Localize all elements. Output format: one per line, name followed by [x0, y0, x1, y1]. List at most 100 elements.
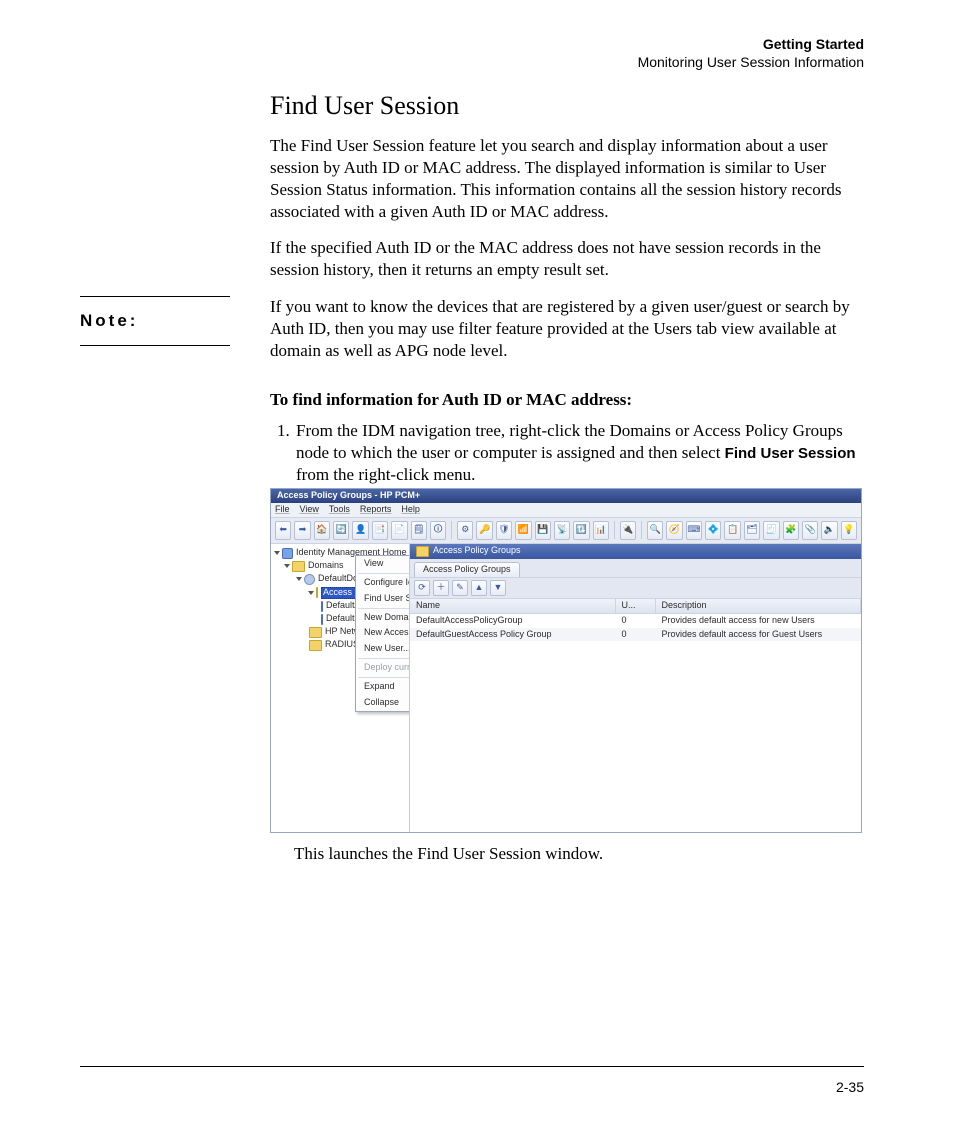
step-1: From the IDM navigation tree, right-clic… [294, 420, 864, 486]
tool-note-icon[interactable]: 🗒 [411, 521, 427, 540]
expand-icon[interactable] [296, 577, 302, 581]
tool-doc-icon[interactable]: 📑 [372, 521, 388, 540]
tool-antenna-icon[interactable]: 📡 [554, 521, 570, 540]
ctx-sep [358, 677, 410, 678]
step-result: This launches the Find User Session wind… [294, 843, 864, 865]
tool-signal-icon[interactable]: 📶 [515, 521, 531, 540]
intro-paragraph-2: If the specified Auth ID or the MAC addr… [270, 237, 864, 281]
ctx-sep [358, 658, 410, 659]
ctx-sep [358, 608, 410, 609]
toolbar: ⬅ ➡ 🏠 🔄 👤 📑 📄 🗒 🛈 ⚙ 🔑 🛡 📶 💾 📡 🔃 📊 [271, 518, 861, 544]
page-number: 2-35 [836, 1079, 864, 1095]
tool-disk-icon[interactable]: 💾 [535, 521, 551, 540]
tool-shield-icon[interactable]: 🛡 [496, 521, 512, 540]
section-title: Find User Session [270, 91, 864, 121]
mini-refresh-icon[interactable]: ⟳ [414, 580, 430, 596]
table-row[interactable]: DefaultAccessPolicyGroup 0 Provides defa… [410, 614, 861, 628]
tool-page-icon[interactable]: 📄 [391, 521, 407, 540]
folder-icon [309, 627, 322, 638]
intro-paragraph-1: The Find User Session feature let you se… [270, 135, 864, 223]
home-icon [282, 548, 293, 559]
tab-row: Access Policy Groups [410, 559, 861, 578]
group-icon [321, 614, 323, 625]
tool-key-icon[interactable]: 🔑 [476, 521, 492, 540]
expand-icon[interactable] [308, 591, 314, 595]
pane-toolbar: ⟳ ＋ ✎ ▲ ▼ [410, 578, 861, 599]
tool-compass-icon[interactable]: 🧭 [666, 521, 682, 540]
folder-icon [316, 587, 318, 598]
mini-up-icon[interactable]: ▲ [471, 580, 487, 596]
col-name[interactable]: Name [410, 599, 616, 613]
menu-view[interactable]: View [300, 505, 319, 515]
note-text: If you want to know the devices that are… [270, 296, 864, 362]
tool-folder-icon[interactable]: 🗂 [744, 521, 760, 540]
tool-info-icon[interactable]: 🛈 [430, 521, 446, 540]
procedure-heading: To find information for Auth ID or MAC a… [270, 390, 864, 410]
tool-diamond-icon[interactable]: 💠 [705, 521, 721, 540]
tool-receipt-icon[interactable]: 🧾 [763, 521, 779, 540]
tool-keyboard-icon[interactable]: ⌨ [686, 521, 702, 540]
tool-sync-icon[interactable]: 🔃 [573, 521, 589, 540]
grid-body: DefaultAccessPolicyGroup 0 Provides defa… [410, 614, 861, 832]
mini-edit-icon[interactable]: ✎ [452, 580, 468, 596]
ctx-new-user[interactable]: New User... [356, 641, 410, 657]
embedded-screenshot: Access Policy Groups - HP PCM+ File View… [270, 488, 862, 833]
toolbar-separator-2 [614, 521, 615, 539]
folder-icon [309, 640, 322, 651]
group-icon [321, 601, 323, 612]
tool-home-icon[interactable]: 🏠 [314, 521, 330, 540]
mini-add-icon[interactable]: ＋ [433, 580, 449, 596]
ctx-find-user-session[interactable]: Find User Session... [356, 591, 410, 607]
menu-help[interactable]: Help [401, 505, 420, 515]
ctx-new-apg[interactable]: New Access Policy Group... [356, 625, 410, 641]
procedure-list: From the IDM navigation tree, right-clic… [270, 420, 864, 486]
menu-file[interactable]: File [275, 505, 290, 515]
tool-back-icon[interactable]: ⬅ [275, 521, 291, 540]
domain-icon [304, 574, 315, 585]
running-header: Getting Started Monitoring User Session … [80, 36, 864, 71]
col-u[interactable]: U... [616, 599, 656, 613]
context-menu: View Configure Identity Management... Fi… [355, 555, 410, 712]
footer-rule [80, 1066, 864, 1067]
menu-tools[interactable]: Tools [329, 505, 350, 515]
toolbar-separator [451, 521, 452, 539]
table-row[interactable]: DefaultGuestAccess Policy Group 0 Provid… [410, 628, 861, 642]
tool-refresh-icon[interactable]: 🔄 [333, 521, 349, 540]
tool-plug-icon[interactable]: 🔌 [620, 521, 636, 540]
mini-down-icon[interactable]: ▼ [490, 580, 506, 596]
expand-icon[interactable] [274, 551, 280, 555]
menu-reports[interactable]: Reports [360, 505, 392, 515]
ctx-new-domain[interactable]: New Domain... [356, 610, 410, 626]
expand-icon[interactable] [284, 564, 290, 568]
tool-user-icon[interactable]: 👤 [352, 521, 368, 540]
tab-apg[interactable]: Access Policy Groups [414, 562, 520, 577]
col-desc[interactable]: Description [656, 599, 862, 613]
tool-sound-icon[interactable]: 🔈 [821, 521, 837, 540]
tool-clipboard-icon[interactable]: 📋 [724, 521, 740, 540]
tool-forward-icon[interactable]: ➡ [294, 521, 310, 540]
breadcrumb: Access Policy Groups [410, 544, 861, 559]
grid-header: Name U... Description [410, 599, 861, 614]
ctx-deploy-policy: Deploy current policy to this domain [356, 660, 410, 676]
tool-search-icon[interactable]: 🔍 [647, 521, 663, 540]
tool-clip-icon[interactable]: 📎 [802, 521, 818, 540]
ctx-view[interactable]: View [356, 556, 410, 572]
nav-tree: Identity Management Home Domains Default… [271, 544, 410, 832]
tool-bulb-icon[interactable]: 💡 [841, 521, 857, 540]
tool-gear-icon[interactable]: ⚙ [457, 521, 473, 540]
content-pane: Access Policy Groups Access Policy Group… [410, 544, 861, 832]
folder-icon [292, 561, 305, 572]
ctx-configure-idm[interactable]: Configure Identity Management... [356, 575, 410, 591]
folder-icon [416, 546, 429, 557]
toolbar-separator-3 [641, 521, 642, 539]
ctx-expand[interactable]: Expand [356, 679, 410, 695]
window-titlebar: Access Policy Groups - HP PCM+ [271, 489, 861, 503]
tool-chart-icon[interactable]: 📊 [593, 521, 609, 540]
note-block: Note: If you want to know the devices th… [80, 296, 864, 372]
ctx-sep [358, 573, 410, 574]
tool-piece-icon[interactable]: 🧩 [783, 521, 799, 540]
header-chapter: Getting Started [80, 36, 864, 54]
ctx-collapse[interactable]: Collapse [356, 695, 410, 711]
menu-name-bold: Find User Session [725, 445, 856, 462]
note-label: Note: [80, 296, 230, 346]
